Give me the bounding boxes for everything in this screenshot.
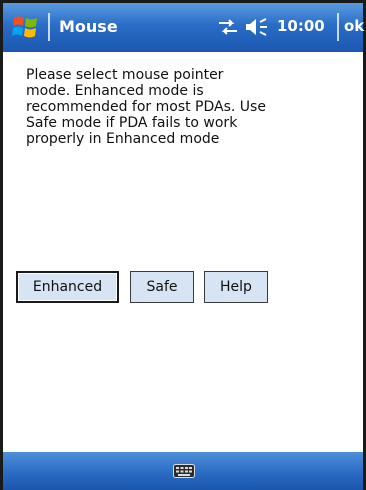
message-line: mode. Enhanced mode is: [26, 83, 204, 99]
message-line: properly in Enhanced mode: [26, 131, 220, 147]
title-bar: Mouse 10:00 ok: [3, 0, 364, 52]
connectivity-icon[interactable]: [217, 18, 239, 36]
volume-icon[interactable]: [243, 17, 269, 37]
enhanced-button[interactable]: Enhanced: [16, 271, 119, 303]
keyboard-icon[interactable]: [173, 464, 195, 478]
clock[interactable]: 10:00: [277, 17, 325, 35]
ok-button[interactable]: ok: [344, 17, 364, 35]
title-separator: [337, 13, 339, 41]
safe-button[interactable]: Safe: [130, 271, 194, 303]
app-title: Mouse: [59, 17, 118, 36]
message-line: Safe mode if PDA fails to work: [26, 115, 238, 131]
message-line: recommended for most PDAs. Use: [26, 99, 266, 115]
title-separator: [48, 13, 50, 41]
menu-bar: [3, 452, 363, 490]
instruction-message: Please select mouse pointer mode. Enhanc…: [26, 67, 326, 147]
pda-screen: Mouse 10:00 ok Please select mouse point…: [0, 0, 366, 490]
windows-start-icon[interactable]: [11, 12, 41, 42]
message-line: Please select mouse pointer: [26, 67, 224, 83]
help-button[interactable]: Help: [204, 271, 268, 303]
